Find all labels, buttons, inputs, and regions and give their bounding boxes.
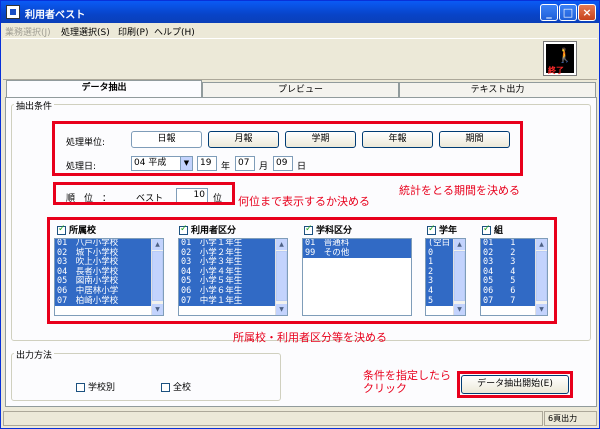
tab-data-extract[interactable]: データ抽出 [6, 80, 202, 98]
status-cell-main [3, 411, 543, 426]
window-title: 利用者ベスト [25, 10, 86, 21]
exit-button[interactable]: 🚶 終了 [543, 41, 577, 76]
maximize-button[interactable]: □ [559, 4, 577, 21]
output-method-label: 出力方法 [14, 348, 55, 361]
click-annotation: 条件を指定したら クリック [363, 369, 451, 395]
by-school-text: 学校別 [88, 383, 116, 393]
menu-bar: 業務選択(J) 処理選択(S) 印刷(P) ヘルプ(H) [1, 23, 599, 38]
by-school-option[interactable]: 学校別 [76, 380, 115, 393]
start-button-highlight-box [457, 371, 573, 398]
lists-annotation: 所属校・利用者区分等を決める [233, 331, 387, 344]
rank-annotation: 何位まで表示するか決める [238, 195, 370, 208]
tab-text-output[interactable]: テキスト出力 [399, 82, 596, 98]
all-schools-text: 全校 [173, 383, 192, 393]
toolbar [3, 38, 597, 80]
exit-person-icon: 🚶 [556, 48, 574, 64]
app-icon [6, 5, 20, 19]
menu-print[interactable]: 印刷(P) [118, 25, 148, 38]
all-schools-option[interactable]: 全校 [161, 380, 191, 393]
lists-highlight-box [47, 217, 557, 324]
menu-business-select[interactable]: 業務選択(J) [5, 25, 51, 38]
rank-highlight-box [53, 182, 235, 205]
tab-preview[interactable]: プレビュー [202, 82, 399, 98]
status-bar: 6頁出力 [3, 411, 597, 427]
close-button[interactable]: × [578, 4, 596, 21]
status-pages: 6頁出力 [544, 411, 597, 426]
period-highlight-box [52, 121, 523, 176]
menu-process-select[interactable]: 処理選択(S) [61, 25, 110, 38]
all-schools-checkbox[interactable] [161, 383, 170, 392]
menu-help[interactable]: ヘルプ(H) [154, 25, 195, 38]
app-window: 利用者ベスト _ □ × 業務選択(J) 処理選択(S) 印刷(P) ヘルプ(H… [0, 0, 600, 429]
extraction-conditions-label: 抽出条件 [14, 99, 55, 112]
title-bar[interactable]: 利用者ベスト _ □ × [1, 1, 599, 23]
period-annotation: 統計をとる期間を決める [399, 184, 520, 197]
minimize-button[interactable]: _ [540, 4, 558, 21]
by-school-checkbox[interactable] [76, 383, 85, 392]
exit-label: 終了 [548, 66, 564, 75]
